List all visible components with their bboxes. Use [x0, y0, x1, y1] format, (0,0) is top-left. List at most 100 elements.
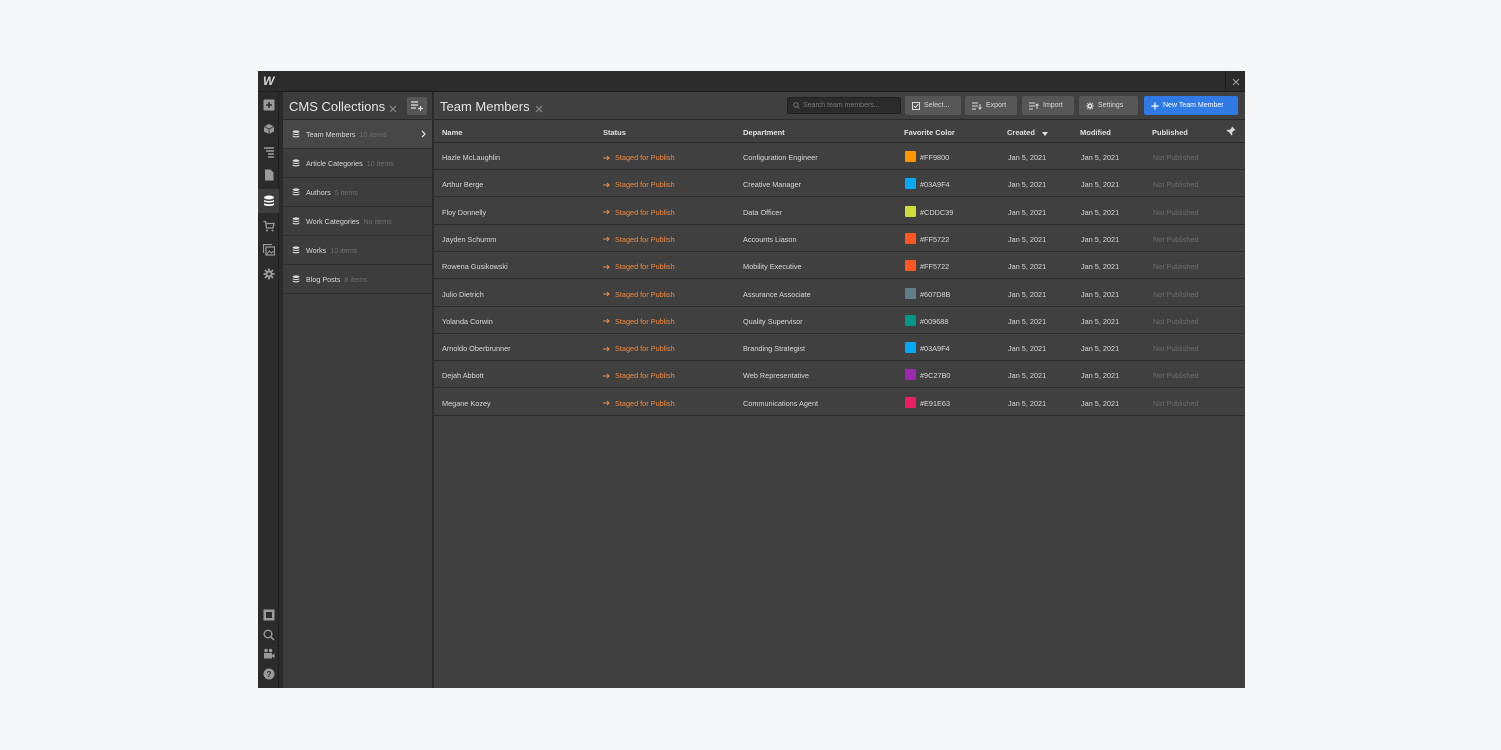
column-header-color[interactable]: Favorite Color [904, 128, 955, 137]
collection-count: 5 items [334, 187, 358, 197]
table-row[interactable]: Jayden Schumm Staged for Publish Accounts … [434, 225, 1245, 252]
table-row[interactable]: Dejah Abbott Staged for Publish Web Repres… [434, 361, 1245, 389]
cell-modified: Jan 5, 2021 [1081, 153, 1120, 162]
color-swatch [905, 314, 916, 326]
add-collection-button[interactable] [407, 97, 427, 115]
cell-published: Not Published [1153, 316, 1199, 326]
arrow-right-icon [603, 372, 610, 381]
collection-items-panel: Team Members Search team members... Sele… [434, 92, 1245, 688]
navigator-icon[interactable] [261, 144, 277, 160]
search-icon[interactable] [261, 627, 277, 643]
help-icon[interactable]: ? [261, 666, 277, 682]
cell-created: Jan 5, 2021 [1008, 207, 1047, 217]
search-input[interactable]: Search team members... [787, 97, 901, 114]
cell-created: Jan 5, 2021 [1008, 316, 1047, 326]
table-row[interactable]: Yolanda Corwin Staged for Publish Quality … [434, 307, 1245, 334]
column-header-name[interactable]: Name [442, 128, 462, 137]
cell-published: Not Published [1153, 153, 1199, 162]
collection-item[interactable]: Authors 5 items [283, 178, 432, 207]
cell-published: Not Published [1153, 344, 1199, 354]
cell-published: Not Published [1153, 262, 1199, 272]
collection-name: Authors [306, 187, 331, 197]
cell-color: #FF5722 [920, 262, 950, 272]
cms-database-icon[interactable] [258, 189, 279, 213]
database-icon [292, 217, 300, 225]
cell-status: Staged for Publish [603, 262, 675, 272]
arrow-right-icon [603, 263, 610, 272]
database-icon [292, 130, 300, 138]
cell-modified: Jan 5, 2021 [1081, 344, 1120, 354]
collection-item[interactable]: Team Members 10 items [283, 120, 432, 149]
close-icon[interactable] [1225, 71, 1245, 92]
cell-status: Staged for Publish [603, 317, 675, 327]
plus-icon [1151, 102, 1159, 110]
cell-status: Staged for Publish [603, 399, 675, 409]
cell-published: Not Published [1153, 289, 1199, 299]
table-row[interactable]: Julio Dietrich Staged for Publish Assuranc… [434, 280, 1245, 307]
symbols-cube-icon[interactable] [261, 121, 277, 137]
table-row[interactable]: Hazle McLaughlin Staged for Publish Config… [434, 143, 1245, 170]
pin-icon[interactable] [1226, 126, 1236, 138]
collection-count: 8 items [344, 274, 368, 284]
collection-item[interactable]: Work Categories No items [283, 207, 432, 236]
cell-department: Configuration Engineer [743, 153, 818, 162]
checkbox-icon [912, 101, 920, 110]
collection-item[interactable]: Article Categories 10 items [283, 149, 432, 178]
collection-name: Article Categories [306, 158, 363, 168]
status-label: Staged for Publish [615, 371, 675, 381]
cell-modified: Jan 5, 2021 [1081, 371, 1120, 381]
cell-status: Staged for Publish [603, 344, 675, 354]
cell-name: Hazle McLaughlin [442, 153, 501, 162]
table-row[interactable]: Megane Kozey Staged for Publish Communicat… [434, 389, 1245, 416]
export-button[interactable]: Export [965, 96, 1017, 115]
cell-published: Not Published [1153, 180, 1199, 190]
cell-modified: Jan 5, 2021 [1081, 398, 1120, 408]
column-header-status[interactable]: Status [603, 128, 626, 137]
import-button[interactable]: Import [1022, 96, 1074, 115]
cell-name: Floy Donnelly [442, 207, 487, 217]
collection-item[interactable]: Blog Posts 8 items [283, 265, 432, 294]
cell-modified: Jan 5, 2021 [1081, 234, 1120, 244]
column-header-modified[interactable]: Modified [1080, 128, 1111, 137]
cell-color: #FF5722 [920, 234, 950, 244]
cell-modified: Jan 5, 2021 [1081, 180, 1120, 190]
cell-modified: Jan 5, 2021 [1081, 262, 1120, 272]
new-item-button[interactable]: New Team Member [1144, 96, 1238, 115]
select-button[interactable]: Select... [905, 96, 961, 115]
status-label: Staged for Publish [615, 398, 675, 408]
column-header-published[interactable]: Published [1152, 128, 1188, 137]
collection-name: Works [306, 245, 327, 255]
assets-icon[interactable] [261, 242, 277, 258]
close-icon[interactable] [535, 100, 543, 118]
ecommerce-cart-icon[interactable] [261, 218, 277, 234]
cell-name: Yolanda Corwin [442, 316, 493, 326]
column-header-created[interactable]: Created [1007, 128, 1049, 138]
pages-icon[interactable] [261, 167, 277, 183]
cell-status: Staged for Publish [603, 371, 675, 381]
video-tutorials-icon[interactable] [261, 646, 277, 662]
settings-button[interactable]: Settings [1079, 96, 1138, 115]
collection-item[interactable]: Works 10 items [283, 236, 432, 265]
cell-published: Not Published [1153, 398, 1199, 408]
cell-status: Staged for Publish [603, 290, 675, 300]
arrow-right-icon [603, 290, 610, 299]
cell-modified: Jan 5, 2021 [1081, 316, 1120, 326]
add-panel-icon[interactable] [261, 97, 277, 113]
cell-name: Dejah Abbott [442, 371, 484, 381]
arrow-right-icon [603, 154, 610, 163]
column-header-department[interactable]: Department [743, 128, 785, 137]
status-label: Staged for Publish [615, 180, 675, 190]
search-icon [793, 102, 800, 109]
cell-department: Accounts Liason [743, 234, 797, 244]
settings-gear-icon[interactable] [261, 266, 277, 282]
table-row[interactable]: Arnoldo Oberbrunner Staged for Publish Bra… [434, 334, 1245, 362]
cell-published: Not Published [1153, 371, 1199, 381]
cell-department: Data Officer [743, 207, 782, 217]
cell-created: Jan 5, 2021 [1008, 180, 1047, 190]
table-row[interactable]: Rowena Gusikowski Staged for Publish Mobil… [434, 252, 1245, 280]
preview-square-icon[interactable] [261, 607, 277, 623]
table-row[interactable]: Arthur Berge Staged for Publish Creative M… [434, 170, 1245, 198]
table-row[interactable]: Floy Donnelly Staged for Publish Data Offi… [434, 198, 1245, 225]
cell-created: Jan 5, 2021 [1008, 153, 1047, 162]
close-icon[interactable] [389, 100, 397, 118]
